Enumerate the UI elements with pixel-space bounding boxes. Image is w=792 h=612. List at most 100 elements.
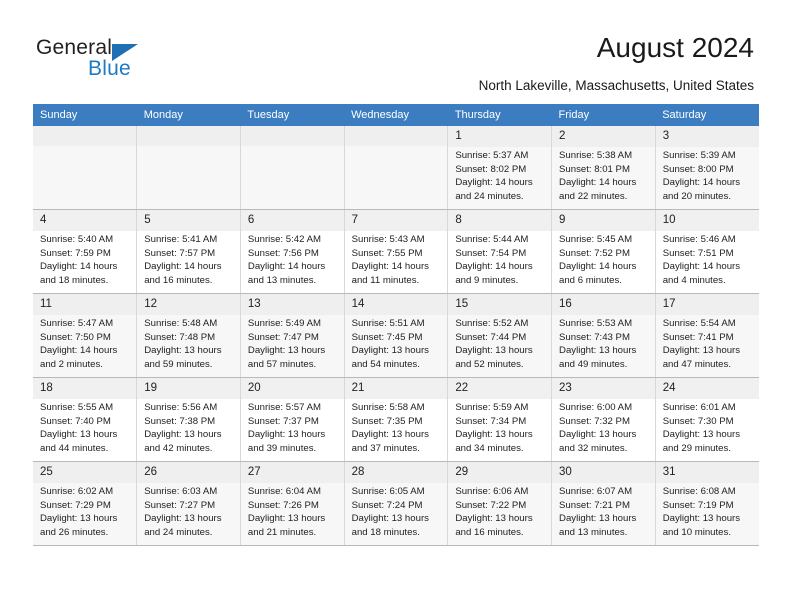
day-info: Sunrise: 5:41 AM Sunset: 7:57 PM Dayligh… xyxy=(137,231,240,287)
sunset-text: Sunset: 7:21 PM xyxy=(559,499,630,511)
day-number: 6 xyxy=(240,210,344,231)
daylight-text-line1: Daylight: 13 hours xyxy=(144,513,222,525)
day-number: 7 xyxy=(344,210,448,231)
day-info: Sunrise: 5:46 AM Sunset: 7:51 PM Dayligh… xyxy=(656,231,759,287)
day-cell[interactable]: 9 Sunrise: 5:45 AM Sunset: 7:52 PM Dayli… xyxy=(551,209,656,294)
daylight-text-line2: and 42 minutes. xyxy=(144,442,213,454)
sunrise-text: Sunrise: 6:05 AM xyxy=(351,486,425,497)
weekday-header-thursday: Thursday xyxy=(447,104,552,126)
sunset-text: Sunset: 7:24 PM xyxy=(351,499,423,511)
day-cell[interactable]: 13 Sunrise: 5:49 AM Sunset: 7:47 PM Dayl… xyxy=(240,293,345,378)
sunset-text: Sunset: 7:32 PM xyxy=(559,415,630,427)
daylight-text-line1: Daylight: 13 hours xyxy=(247,429,326,441)
day-cell[interactable]: 10 Sunrise: 5:46 AM Sunset: 7:51 PM Dayl… xyxy=(655,209,759,294)
sunset-text: Sunset: 7:51 PM xyxy=(662,247,734,259)
day-number: 11 xyxy=(33,294,137,315)
day-number xyxy=(344,126,448,146)
day-cell[interactable]: 19 Sunrise: 5:56 AM Sunset: 7:38 PM Dayl… xyxy=(136,377,241,462)
day-number xyxy=(33,126,137,146)
day-cell[interactable]: 26 Sunrise: 6:03 AM Sunset: 7:27 PM Dayl… xyxy=(136,461,241,546)
day-info: Sunrise: 5:51 AM Sunset: 7:45 PM Dayligh… xyxy=(345,315,448,371)
sunset-text: Sunset: 7:54 PM xyxy=(455,247,527,259)
day-info: Sunrise: 5:40 AM Sunset: 7:59 PM Dayligh… xyxy=(33,231,136,287)
daylight-text-line1: Daylight: 13 hours xyxy=(40,429,118,441)
day-cell[interactable]: 28 Sunrise: 6:05 AM Sunset: 7:24 PM Dayl… xyxy=(344,461,449,546)
day-cell[interactable]: 21 Sunrise: 5:58 AM Sunset: 7:35 PM Dayl… xyxy=(344,377,449,462)
day-cell[interactable]: 23 Sunrise: 6:00 AM Sunset: 7:32 PM Dayl… xyxy=(551,377,656,462)
day-cell[interactable]: 8 Sunrise: 5:44 AM Sunset: 7:54 PM Dayli… xyxy=(447,209,553,294)
day-cell[interactable]: 24 Sunrise: 6:01 AM Sunset: 7:30 PM Dayl… xyxy=(655,377,759,462)
day-number: 25 xyxy=(33,462,137,483)
daylight-text-line2: and 49 minutes. xyxy=(559,358,628,370)
sunset-text: Sunset: 8:01 PM xyxy=(559,163,630,175)
calendar-week-row: 11 Sunrise: 5:47 AM Sunset: 7:50 PM Dayl… xyxy=(33,293,759,378)
day-info: Sunrise: 5:44 AM Sunset: 7:54 PM Dayligh… xyxy=(448,231,551,287)
day-number: 24 xyxy=(655,378,759,399)
day-info: Sunrise: 5:38 AM Sunset: 8:01 PM Dayligh… xyxy=(552,147,655,203)
daylight-text-line1: Daylight: 13 hours xyxy=(662,513,741,525)
day-cell[interactable]: 15 Sunrise: 5:52 AM Sunset: 7:44 PM Dayl… xyxy=(447,293,553,378)
sunrise-text: Sunrise: 5:39 AM xyxy=(662,150,736,161)
sunrise-text: Sunrise: 6:01 AM xyxy=(662,402,736,413)
day-cell[interactable]: 11 Sunrise: 5:47 AM Sunset: 7:50 PM Dayl… xyxy=(33,293,138,378)
day-cell[interactable]: 22 Sunrise: 5:59 AM Sunset: 7:34 PM Dayl… xyxy=(447,377,553,462)
daylight-text-line1: Daylight: 14 hours xyxy=(455,177,533,189)
day-info: Sunrise: 6:00 AM Sunset: 7:32 PM Dayligh… xyxy=(552,399,655,455)
day-cell[interactable]: 18 Sunrise: 5:55 AM Sunset: 7:40 PM Dayl… xyxy=(33,377,138,462)
sunset-text: Sunset: 7:34 PM xyxy=(455,415,527,427)
sunrise-text: Sunrise: 5:43 AM xyxy=(351,234,425,245)
sunset-text: Sunset: 7:41 PM xyxy=(662,331,734,343)
day-info: Sunrise: 5:37 AM Sunset: 8:02 PM Dayligh… xyxy=(448,147,551,203)
day-info: Sunrise: 5:52 AM Sunset: 7:44 PM Dayligh… xyxy=(448,315,551,371)
day-cell[interactable]: 29 Sunrise: 6:06 AM Sunset: 7:22 PM Dayl… xyxy=(447,461,553,546)
daylight-text-line2: and 34 minutes. xyxy=(455,442,524,454)
sunrise-text: Sunrise: 5:58 AM xyxy=(351,402,425,413)
day-info: Sunrise: 5:57 AM Sunset: 7:37 PM Dayligh… xyxy=(241,399,344,455)
day-cell[interactable]: 20 Sunrise: 5:57 AM Sunset: 7:37 PM Dayl… xyxy=(240,377,345,462)
day-cell[interactable]: 12 Sunrise: 5:48 AM Sunset: 7:48 PM Dayl… xyxy=(136,293,241,378)
day-number: 15 xyxy=(448,294,552,315)
weekday-header-saturday: Saturday xyxy=(655,104,759,126)
daylight-text-line2: and 16 minutes. xyxy=(455,526,524,538)
daylight-text-line1: Daylight: 13 hours xyxy=(455,345,533,357)
day-number: 18 xyxy=(33,378,137,399)
day-number xyxy=(137,126,240,146)
day-cell[interactable]: 7 Sunrise: 5:43 AM Sunset: 7:55 PM Dayli… xyxy=(344,209,449,294)
sunrise-text: Sunrise: 6:06 AM xyxy=(455,486,529,497)
daylight-text-line1: Daylight: 13 hours xyxy=(351,345,429,357)
day-cell[interactable]: 30 Sunrise: 6:07 AM Sunset: 7:21 PM Dayl… xyxy=(551,461,656,546)
general-blue-logo[interactable]: General Blue xyxy=(36,36,216,88)
day-cell[interactable]: 17 Sunrise: 5:54 AM Sunset: 7:41 PM Dayl… xyxy=(655,293,759,378)
sunset-text: Sunset: 8:00 PM xyxy=(662,163,734,175)
day-cell[interactable]: 2 Sunrise: 5:38 AM Sunset: 8:01 PM Dayli… xyxy=(551,126,656,210)
day-cell[interactable]: 5 Sunrise: 5:41 AM Sunset: 7:57 PM Dayli… xyxy=(136,209,241,294)
day-cell[interactable]: 16 Sunrise: 5:53 AM Sunset: 7:43 PM Dayl… xyxy=(551,293,656,378)
daylight-text-line2: and 18 minutes. xyxy=(40,274,109,286)
day-cell[interactable]: 14 Sunrise: 5:51 AM Sunset: 7:45 PM Dayl… xyxy=(344,293,449,378)
daylight-text-line2: and 2 minutes. xyxy=(40,358,103,370)
day-cell[interactable]: 25 Sunrise: 6:02 AM Sunset: 7:29 PM Dayl… xyxy=(33,461,138,546)
sunrise-text: Sunrise: 6:08 AM xyxy=(662,486,736,497)
sunrise-text: Sunrise: 5:54 AM xyxy=(662,318,736,329)
day-cell[interactable]: 4 Sunrise: 5:40 AM Sunset: 7:59 PM Dayli… xyxy=(33,209,138,294)
day-cell[interactable]: 1 Sunrise: 5:37 AM Sunset: 8:02 PM Dayli… xyxy=(447,126,553,210)
sunset-text: Sunset: 7:44 PM xyxy=(455,331,527,343)
day-cell[interactable]: 31 Sunrise: 6:08 AM Sunset: 7:19 PM Dayl… xyxy=(655,461,759,546)
daylight-text-line1: Daylight: 14 hours xyxy=(247,261,326,273)
sunrise-text: Sunrise: 5:49 AM xyxy=(247,318,321,329)
daylight-text-line2: and 24 minutes. xyxy=(455,190,524,202)
sunrise-text: Sunrise: 5:47 AM xyxy=(40,318,114,329)
daylight-text-line1: Daylight: 14 hours xyxy=(144,261,222,273)
sunrise-sunset-calendar: Sunday Monday Tuesday Wednesday Thursday… xyxy=(33,104,759,546)
daylight-text-line2: and 24 minutes. xyxy=(144,526,213,538)
day-cell[interactable]: 3 Sunrise: 5:39 AM Sunset: 8:00 PM Dayli… xyxy=(655,126,759,210)
daylight-text-line1: Daylight: 14 hours xyxy=(559,177,637,189)
day-info: Sunrise: 5:56 AM Sunset: 7:38 PM Dayligh… xyxy=(137,399,240,455)
daylight-text-line2: and 21 minutes. xyxy=(247,526,317,538)
day-cell[interactable]: 6 Sunrise: 5:42 AM Sunset: 7:56 PM Dayli… xyxy=(240,209,345,294)
day-number xyxy=(240,126,344,146)
day-number: 5 xyxy=(137,210,240,231)
daylight-text-line1: Daylight: 14 hours xyxy=(351,261,429,273)
calendar-week-row: 18 Sunrise: 5:55 AM Sunset: 7:40 PM Dayl… xyxy=(33,377,759,462)
day-cell[interactable]: 27 Sunrise: 6:04 AM Sunset: 7:26 PM Dayl… xyxy=(240,461,345,546)
